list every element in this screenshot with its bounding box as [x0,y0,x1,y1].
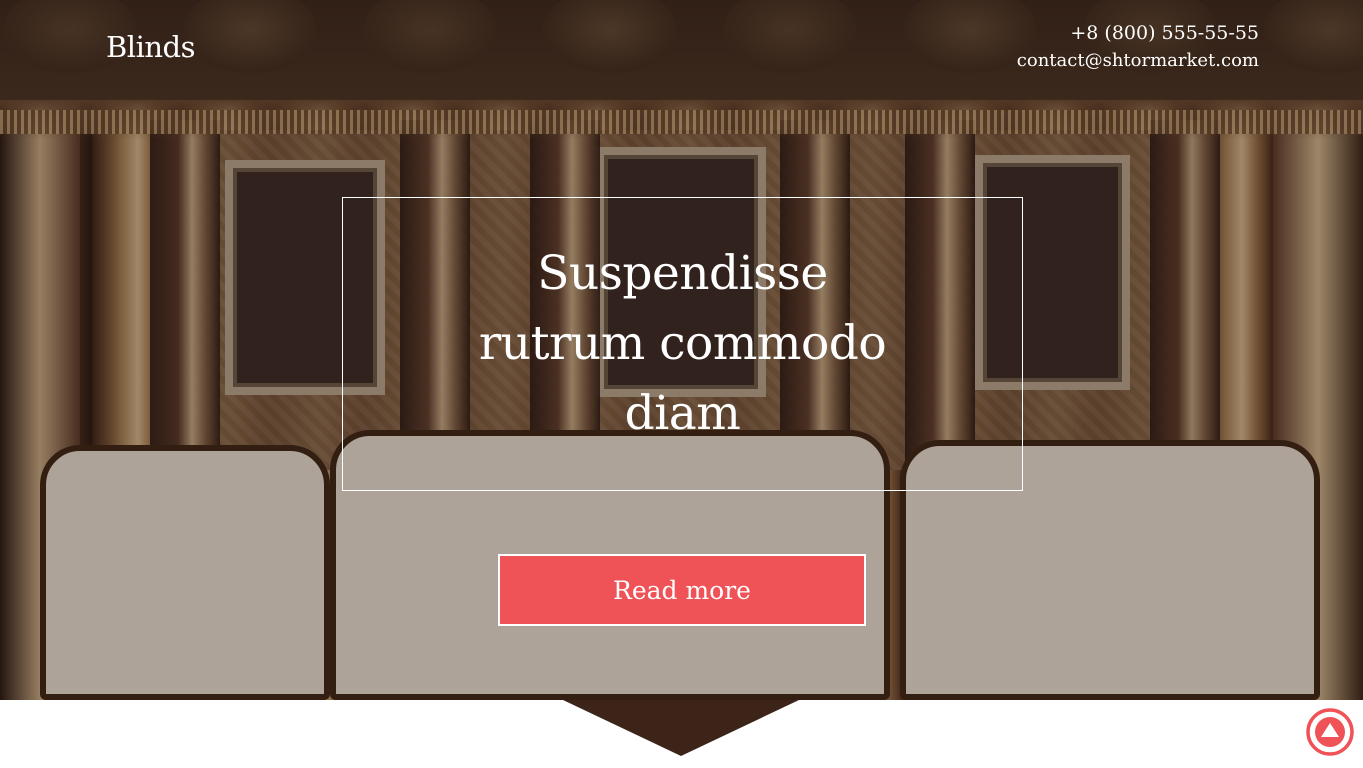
header-contacts: +8 (800) 555-55-55 contact@shtormarket.c… [1017,20,1259,76]
arrow-up-circle-icon [1306,708,1354,756]
phone-link[interactable]: +8 (800) 555-55-55 [1017,20,1259,46]
hero-title: Suspendisse rutrum commodo diam [478,246,887,441]
email-link[interactable]: contact@shtormarket.com [1017,46,1259,76]
read-more-button[interactable]: Read more [498,554,866,626]
scroll-to-top-button[interactable] [1305,704,1355,760]
page: Blinds +8 (800) 555-55-55 contact@shtorm… [0,0,1363,768]
logo-link[interactable]: Blinds [106,30,195,64]
hero-title-box: Suspendisse rutrum commodo diam [342,197,1023,491]
scroll-down-notch [563,700,799,756]
site-header: Blinds +8 (800) 555-55-55 contact@shtorm… [0,0,1363,100]
